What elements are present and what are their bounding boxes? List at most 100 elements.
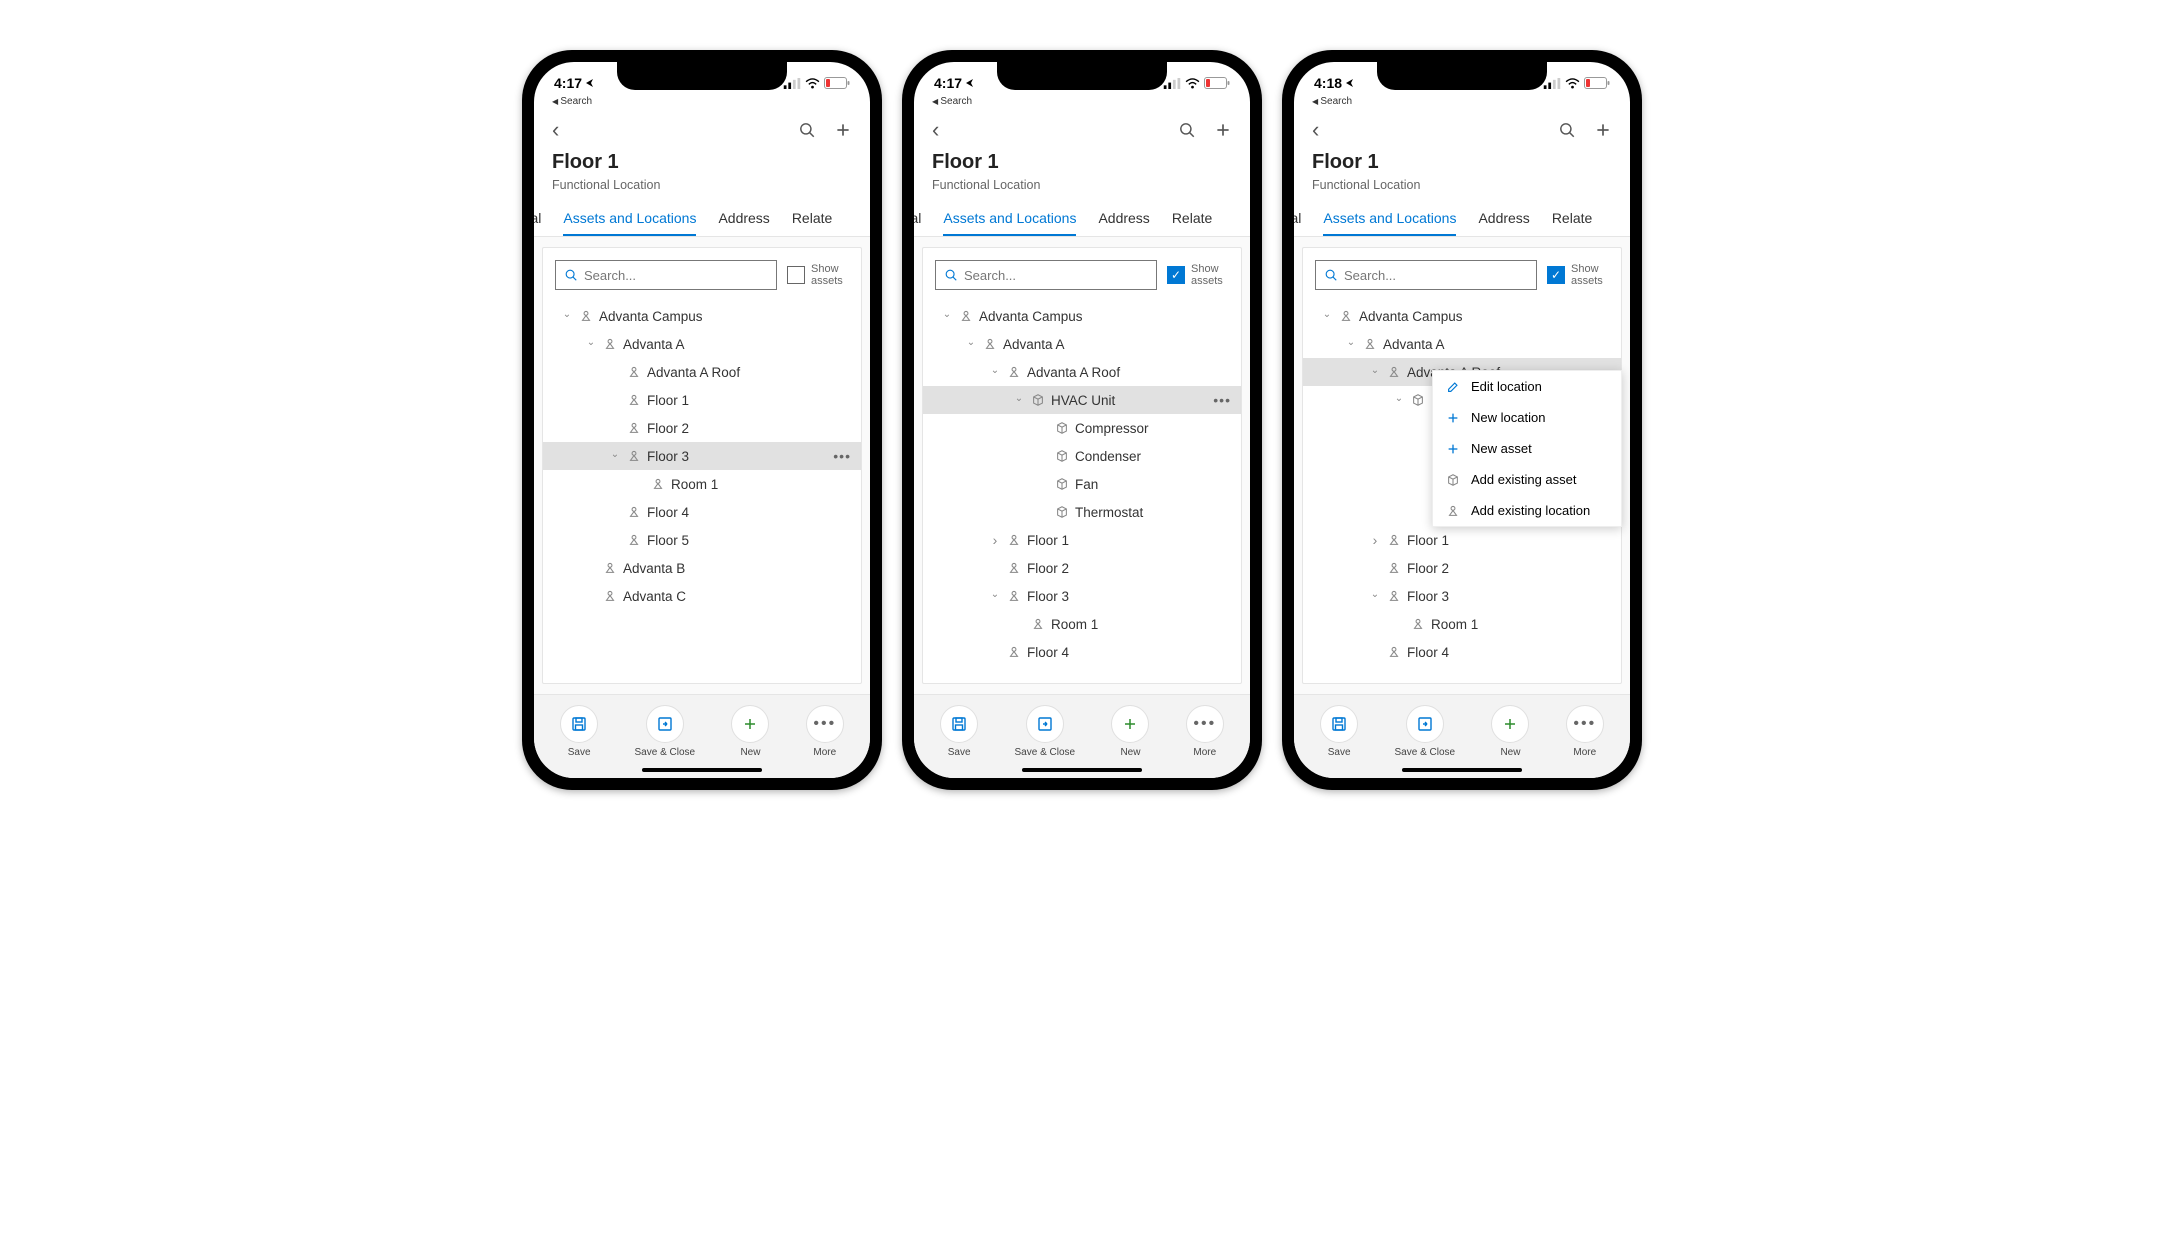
tree-row[interactable]: Thermostat — [923, 498, 1241, 526]
tree-row[interactable]: HVAC Unit••• — [923, 386, 1241, 414]
tree-row[interactable]: Floor 1 — [923, 526, 1241, 554]
new-button[interactable]: New — [731, 705, 769, 758]
more-button[interactable]: •••More — [1566, 705, 1604, 758]
home-indicator[interactable] — [642, 768, 762, 772]
save-button[interactable]: Save — [1320, 705, 1358, 758]
search-input[interactable]: Search... — [935, 260, 1157, 290]
tree-row[interactable]: Advanta B — [543, 554, 861, 582]
tree-row[interactable]: Advanta A Roof — [923, 358, 1241, 386]
tab-address[interactable]: Address — [718, 202, 769, 236]
tree-row[interactable]: Advanta Campus — [1303, 302, 1621, 330]
more-icon[interactable]: ••• — [833, 448, 851, 464]
tree-row[interactable]: Advanta A — [1303, 330, 1621, 358]
add-icon[interactable] — [1594, 121, 1612, 139]
search-icon[interactable] — [1558, 121, 1576, 139]
chevron-icon[interactable] — [989, 532, 1001, 548]
tree-row[interactable]: Condenser — [923, 442, 1241, 470]
tree-row[interactable]: Fan — [923, 470, 1241, 498]
menu-new-location[interactable]: New location — [1433, 402, 1621, 433]
chevron-icon[interactable] — [989, 367, 1001, 378]
save-button[interactable]: Save — [940, 705, 978, 758]
back-to-search[interactable]: Search — [534, 96, 870, 107]
show-assets-checkbox[interactable] — [787, 266, 805, 284]
tree-row[interactable]: Floor 4 — [923, 638, 1241, 666]
search-input[interactable]: Search... — [1315, 260, 1537, 290]
more-icon[interactable]: ••• — [1213, 392, 1231, 408]
new-button[interactable]: New — [1491, 705, 1529, 758]
chevron-icon[interactable] — [989, 591, 1001, 602]
tree-row[interactable]: Advanta A — [543, 330, 861, 358]
tree-row[interactable]: Floor 3 — [923, 582, 1241, 610]
tab-assets-locations[interactable]: Assets and Locations — [943, 202, 1076, 236]
chevron-icon[interactable] — [561, 311, 573, 322]
tree-row[interactable]: Advanta C — [543, 582, 861, 610]
chevron-icon[interactable] — [1369, 532, 1381, 548]
show-assets-checkbox[interactable]: ✓ — [1547, 266, 1565, 284]
save-close-button[interactable]: Save & Close — [1015, 705, 1076, 758]
tree-row[interactable]: Floor 2 — [543, 414, 861, 442]
tree-row[interactable]: Floor 2 — [923, 554, 1241, 582]
back-button[interactable]: ‹ — [1312, 117, 1319, 143]
tree-row[interactable]: Floor 1 — [543, 386, 861, 414]
tree-row[interactable]: Floor 4 — [543, 498, 861, 526]
chevron-icon[interactable] — [1369, 367, 1381, 378]
tree-row[interactable]: Floor 4 — [1303, 638, 1621, 666]
more-button[interactable]: •••More — [1186, 705, 1224, 758]
tree-row[interactable]: Room 1 — [1303, 610, 1621, 638]
chevron-icon[interactable] — [965, 339, 977, 350]
new-button[interactable]: New — [1111, 705, 1149, 758]
save-close-button[interactable]: Save & Close — [635, 705, 696, 758]
save-close-button[interactable]: Save & Close — [1395, 705, 1456, 758]
bottom-bar: Save Save & Close New •••More — [534, 694, 870, 778]
search-input[interactable]: Search... — [555, 260, 777, 290]
tab-assets-locations[interactable]: Assets and Locations — [1323, 202, 1456, 236]
chevron-icon[interactable] — [1321, 311, 1333, 322]
tree-row[interactable]: Floor 3••• — [543, 442, 861, 470]
add-icon[interactable] — [834, 121, 852, 139]
back-button[interactable]: ‹ — [932, 117, 939, 143]
chevron-icon[interactable] — [1369, 591, 1381, 602]
back-to-search[interactable]: Search — [914, 96, 1250, 107]
tab-address[interactable]: Address — [1098, 202, 1149, 236]
tab-assets-locations[interactable]: Assets and Locations — [563, 202, 696, 236]
home-indicator[interactable] — [1402, 768, 1522, 772]
chevron-icon[interactable] — [609, 451, 621, 462]
location-icon — [1387, 645, 1401, 659]
tree-row[interactable]: Room 1 — [923, 610, 1241, 638]
tab-general-partial[interactable]: eral — [534, 202, 541, 236]
menu-edit-location[interactable]: Edit location — [1433, 371, 1621, 402]
menu-add-existing-location[interactable]: Add existing location — [1433, 495, 1621, 526]
tab-related-partial[interactable]: Relate — [792, 202, 832, 236]
save-button[interactable]: Save — [560, 705, 598, 758]
add-icon[interactable] — [1214, 121, 1232, 139]
back-to-search[interactable]: Search — [1294, 96, 1630, 107]
chevron-icon[interactable] — [941, 311, 953, 322]
search-icon[interactable] — [798, 121, 816, 139]
tree-row[interactable]: Room 1 — [543, 470, 861, 498]
tree-row[interactable]: Floor 2 — [1303, 554, 1621, 582]
back-button[interactable]: ‹ — [552, 117, 559, 143]
search-icon[interactable] — [1178, 121, 1196, 139]
menu-add-existing-asset[interactable]: Add existing asset — [1433, 464, 1621, 495]
home-indicator[interactable] — [1022, 768, 1142, 772]
tree-row[interactable]: Floor 3 — [1303, 582, 1621, 610]
menu-new-asset[interactable]: New asset — [1433, 433, 1621, 464]
tree-row[interactable]: Advanta A — [923, 330, 1241, 358]
chevron-icon[interactable] — [1345, 339, 1357, 350]
tree-row[interactable]: Advanta Campus — [543, 302, 861, 330]
tree-row[interactable]: Advanta Campus — [923, 302, 1241, 330]
tab-related-partial[interactable]: Relate — [1172, 202, 1212, 236]
tab-general-partial[interactable]: eral — [1294, 202, 1301, 236]
show-assets-checkbox[interactable]: ✓ — [1167, 266, 1185, 284]
tree-row[interactable]: Floor 1 — [1303, 526, 1621, 554]
chevron-icon[interactable] — [585, 339, 597, 350]
more-button[interactable]: •••More — [806, 705, 844, 758]
tab-related-partial[interactable]: Relate — [1552, 202, 1592, 236]
tree-row[interactable]: Compressor — [923, 414, 1241, 442]
chevron-icon[interactable] — [1013, 395, 1025, 406]
tree-row[interactable]: Floor 5 — [543, 526, 861, 554]
tab-address[interactable]: Address — [1478, 202, 1529, 236]
tab-general-partial[interactable]: eral — [914, 202, 921, 236]
chevron-icon[interactable] — [1393, 395, 1405, 406]
tree-row[interactable]: Advanta A Roof — [543, 358, 861, 386]
